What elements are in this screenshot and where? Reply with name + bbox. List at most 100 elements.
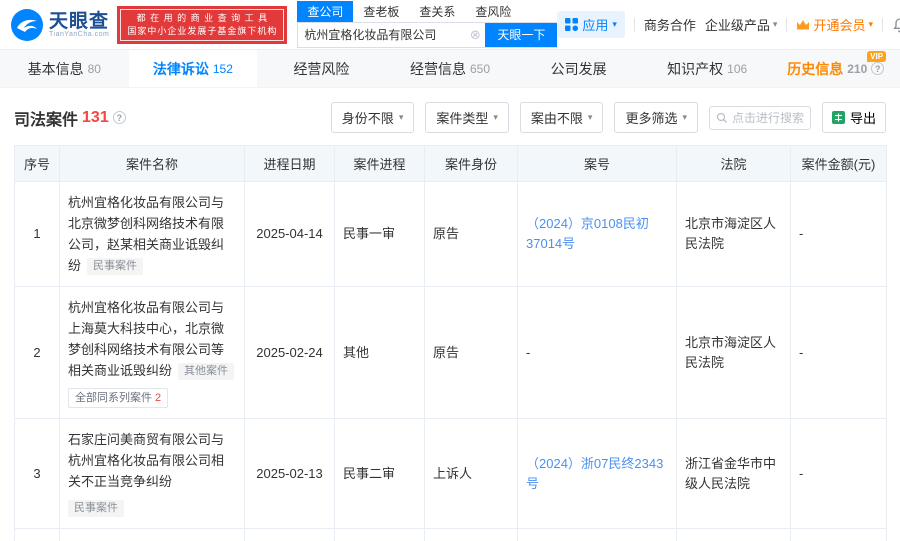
biz-coop-link[interactable]: 商务合作 [644, 15, 696, 34]
section-header-row: 司法案件 131 ? 身份不限 ▾ 案件类型 ▾ 案由不限 ▾ 更多筛选 ▾ 点… [0, 102, 900, 133]
case-search-box [708, 105, 811, 130]
table-row: 2 杭州宜格化妆品有限公司与上海莫大科技中心，北京微梦创科网络技术有限公司等相关… [14, 286, 887, 419]
case-name-cell: 杭州宜格化妆品有限公司与程某相关名誉权纠纷其他案件 [59, 528, 245, 541]
case-index: 3 [14, 418, 60, 529]
progress-date: 2025-02-13 [244, 418, 335, 529]
case-number-cell: （2024）京0108民初37014号 [517, 181, 677, 287]
case-progress: 其他 [334, 528, 425, 541]
case-number-link[interactable]: （2024）京0108民初37014号 [526, 216, 649, 251]
filter-identity[interactable]: 身份不限 ▾ [330, 102, 415, 133]
col-header-caseno: 案号 [517, 145, 677, 182]
search-icon [716, 112, 727, 123]
case-number-link[interactable]: （2024）浙07民终2343号 [526, 456, 663, 491]
tianyancha-logo-icon [11, 8, 43, 41]
filter-cause[interactable]: 案由不限 ▾ [519, 102, 604, 133]
progress-date: 2025-02-24 [244, 286, 335, 419]
notifications-button[interactable] [892, 17, 900, 33]
apps-label: 应用 [582, 18, 609, 33]
brand-name: 天眼查 [49, 10, 110, 32]
case-number-cell: - [517, 286, 677, 419]
filter-toolbar: 身份不限 ▾ 案件类型 ▾ 案由不限 ▾ 更多筛选 ▾ 点击进行搜索 导出 [330, 102, 886, 133]
case-index: 4 [14, 528, 60, 541]
case-number-cell: - [517, 528, 677, 541]
table-row: 3 石家庄问美商贸有限公司与杭州宜格化妆品有限公司相关不正当竞争纠纷 民事案件 … [14, 418, 887, 529]
case-progress: 民事二审 [334, 418, 425, 529]
tab-count: 650 [470, 61, 491, 76]
crown-icon [797, 19, 810, 29]
help-icon[interactable]: ? [871, 62, 885, 75]
search-tab-risk[interactable]: 查风险 [465, 1, 521, 22]
section-title-text: 司法案件 [14, 111, 79, 129]
tab-label: 公司发展 [550, 60, 607, 77]
case-amount: - [790, 181, 887, 287]
series-badge[interactable]: 全部同系列案件 2 [68, 388, 169, 408]
search-tabs: 查公司 查老板 查关系 查风险 [297, 0, 557, 22]
search-button[interactable]: 天眼一下 [485, 22, 558, 47]
court: 北京市海淀区人民法院 [676, 286, 791, 419]
bell-icon [893, 17, 900, 32]
tab-count: 152 [212, 61, 233, 76]
caret-down-icon: ▾ [868, 19, 873, 29]
excel-icon [831, 111, 845, 124]
apps-menu[interactable]: 应用 ▾ [557, 11, 625, 38]
banner-line1: 都 在 用 的 商 业 查 询 工 具 [136, 12, 269, 23]
search-tab-company[interactable]: 查公司 [297, 0, 354, 22]
case-search-input[interactable] [731, 110, 804, 125]
case-number-cell: （2024）浙07民终2343号 [517, 418, 677, 529]
filter-case-type[interactable]: 案件类型 ▾ [425, 102, 509, 133]
tab-count: 106 [727, 61, 748, 76]
search-tab-relation[interactable]: 查关系 [409, 1, 465, 22]
case-tag: 民事案件 [87, 258, 144, 275]
filter-label: 案由不限 [530, 111, 583, 126]
filter-label: 更多筛选 [625, 111, 678, 126]
tab-label: 法律诉讼 [152, 60, 209, 77]
tab-basic-info[interactable]: 基本信息 80 [0, 50, 129, 87]
case-name-cell: 杭州宜格化妆品有限公司与上海莫大科技中心，北京微梦创科网络技术有限公司等相关商业… [59, 286, 245, 419]
tianyancha-logo[interactable]: 天眼查 TianYanCha.com [10, 8, 109, 42]
apps-grid-icon [565, 18, 579, 31]
tab-company-development[interactable]: 公司发展 [514, 50, 643, 87]
banner-line2: 国家中小企业发展子基金旗下机构 [127, 25, 278, 36]
series-label: 全部同系列案件 [75, 392, 152, 404]
col-header-progress: 案件进程 [334, 145, 425, 182]
header-search: 查公司 查老板 查关系 查风险 ⊗ 天眼一下 [297, 0, 558, 48]
tab-legal-cases[interactable]: 法律诉讼 152 [128, 50, 258, 87]
case-name-cell: 石家庄问美商贸有限公司与杭州宜格化妆品有限公司相关不正当竞争纠纷 民事案件 [59, 418, 245, 529]
table-header-row: 序号 案件名称 进程日期 案件进程 案件身份 案号 法院 案件金额(元) [14, 145, 887, 182]
tab-intellectual-property[interactable]: 知识产权 106 [643, 50, 772, 87]
tab-label: 经营信息 [410, 60, 466, 77]
case-role: 原告 [424, 528, 518, 541]
progress-date: 2025-04-14 [244, 181, 335, 287]
tab-operation-info[interactable]: 经营信息 650 [386, 50, 515, 87]
tab-label: 知识产权 [667, 60, 724, 77]
tab-operation-risk[interactable]: 经营风险 [257, 50, 386, 87]
cases-table: 序号 案件名称 进程日期 案件进程 案件身份 案号 法院 案件金额(元) 1 杭… [14, 145, 887, 541]
caret-down-icon: ▾ [398, 112, 404, 122]
divider [881, 17, 883, 32]
search-input[interactable] [298, 22, 466, 47]
court: 北京市海淀区人民法院 [676, 181, 791, 287]
col-header-amount: 案件金额(元) [790, 145, 887, 182]
section-count: 131 [82, 108, 109, 126]
case-amount: - [790, 528, 887, 541]
progress-date: 2024-12-06 [244, 528, 335, 541]
search-tab-boss[interactable]: 查老板 [353, 1, 409, 22]
enterprise-label: 企业级产品 [704, 18, 770, 33]
export-button[interactable]: 导出 [821, 102, 886, 133]
filter-more[interactable]: 更多筛选 ▾ [614, 102, 698, 133]
enterprise-menu[interactable]: 企业级产品 ▾ [705, 15, 778, 34]
filter-label: 身份不限 [341, 111, 394, 126]
divider [786, 17, 788, 32]
caret-down-icon: ▾ [493, 112, 498, 122]
vip-badge: VIP [867, 51, 887, 62]
table-row: 4 杭州宜格化妆品有限公司与程某相关名誉权纠纷其他案件 2024-12-06 其… [14, 528, 887, 541]
vip-upgrade-menu[interactable]: 开通会员 ▾ [796, 15, 873, 34]
case-amount: - [790, 286, 887, 419]
case-index: 2 [14, 286, 60, 419]
tab-history-info[interactable]: VIP 历史信息 210 ? [771, 50, 900, 87]
top-menu: 应用 ▾ 商务合作 企业级产品 ▾ 开通会员 ▾ 肖青羽 ▾ [557, 11, 900, 38]
help-icon[interactable]: ? [112, 111, 126, 124]
clear-icon[interactable]: ⊗ [465, 23, 485, 47]
brand-domain: TianYanCha.com [49, 30, 110, 38]
court: 杭州互联网法院 [676, 528, 791, 541]
